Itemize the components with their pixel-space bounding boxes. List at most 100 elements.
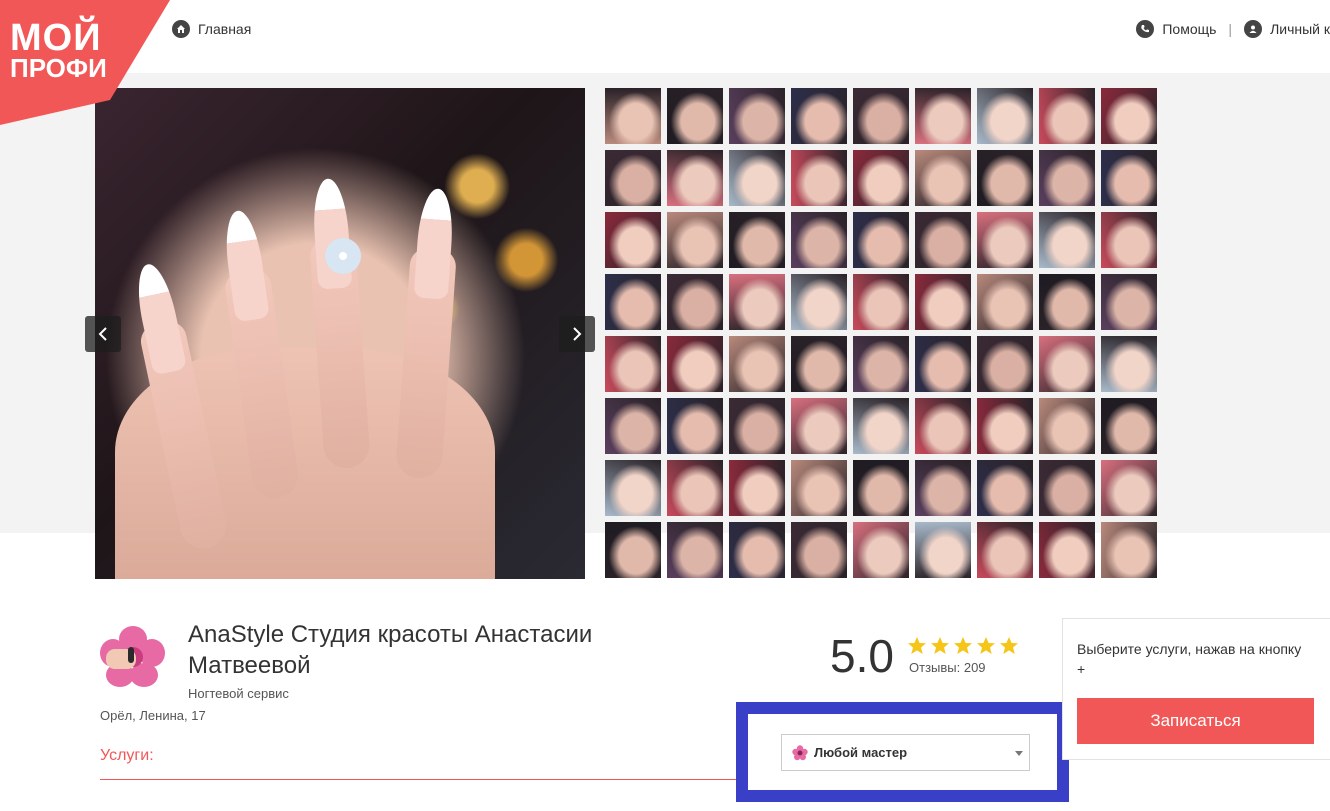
star-icon bbox=[908, 637, 926, 654]
gallery-thumbnail[interactable] bbox=[791, 336, 847, 392]
gallery-thumbnail[interactable] bbox=[791, 274, 847, 330]
gallery-thumbnail[interactable] bbox=[729, 460, 785, 516]
gallery-thumbnail[interactable] bbox=[977, 336, 1033, 392]
nav-home-link[interactable]: Главная bbox=[172, 18, 251, 40]
gallery-thumbnail[interactable] bbox=[1039, 274, 1095, 330]
gallery-thumbnail[interactable] bbox=[791, 88, 847, 144]
phone-icon bbox=[1136, 20, 1155, 38]
gallery-thumbnail[interactable] bbox=[915, 460, 971, 516]
gallery-thumbnail[interactable] bbox=[1101, 88, 1157, 144]
gallery-thumbnail[interactable] bbox=[1101, 336, 1157, 392]
master-select-value: Любой мастер bbox=[814, 745, 908, 760]
nav-separator: | bbox=[1228, 21, 1233, 37]
gallery-thumbnail[interactable] bbox=[977, 274, 1033, 330]
gallery-thumbnail[interactable] bbox=[605, 336, 661, 392]
gallery-thumbnail[interactable] bbox=[1039, 150, 1095, 206]
gallery-thumbnail[interactable] bbox=[1101, 212, 1157, 268]
gallery-thumbnail[interactable] bbox=[915, 88, 971, 144]
flower-icon bbox=[792, 744, 808, 760]
gallery-thumbnail[interactable] bbox=[853, 88, 909, 144]
salon-address: Орёл, Ленина, 17 bbox=[100, 708, 206, 723]
rating-stars bbox=[907, 636, 1019, 656]
gallery-next-button[interactable] bbox=[559, 316, 595, 352]
star-icon bbox=[931, 637, 949, 654]
gallery-thumbnail[interactable] bbox=[667, 274, 723, 330]
gallery-thumbnail[interactable] bbox=[1101, 398, 1157, 454]
gallery-thumbnail[interactable] bbox=[605, 212, 661, 268]
master-select[interactable]: Любой мастер bbox=[781, 734, 1030, 771]
booking-hint: Выберите услуги, нажав на кнопку + bbox=[1077, 641, 1302, 677]
logo-text: МОЙ ПРОФИ bbox=[10, 19, 107, 84]
gallery-thumbnail[interactable] bbox=[853, 336, 909, 392]
main-gallery-photo[interactable] bbox=[95, 88, 585, 579]
gallery-thumbnail[interactable] bbox=[977, 398, 1033, 454]
gallery-thumbnail[interactable] bbox=[915, 150, 971, 206]
gallery-thumbnail[interactable] bbox=[853, 398, 909, 454]
gallery-thumbnail[interactable] bbox=[791, 212, 847, 268]
gallery-thumbnail[interactable] bbox=[667, 336, 723, 392]
gallery-thumbnail[interactable] bbox=[977, 212, 1033, 268]
gallery-thumbnail[interactable] bbox=[1039, 398, 1095, 454]
gallery-thumbnail[interactable] bbox=[1039, 88, 1095, 144]
gallery-thumbnail[interactable] bbox=[915, 212, 971, 268]
gallery-thumbnail[interactable] bbox=[1039, 212, 1095, 268]
gallery-thumbnail[interactable] bbox=[729, 212, 785, 268]
gallery-thumbnail[interactable] bbox=[791, 460, 847, 516]
photo-nail-flower bbox=[325, 238, 361, 274]
gallery-thumbnail[interactable] bbox=[729, 336, 785, 392]
gallery-thumbnail[interactable] bbox=[605, 460, 661, 516]
nav-account-link[interactable]: Личный к bbox=[1244, 20, 1330, 38]
gallery-thumbnail[interactable] bbox=[667, 460, 723, 516]
gallery-thumbnail[interactable] bbox=[791, 398, 847, 454]
gallery-thumbnail[interactable] bbox=[791, 150, 847, 206]
gallery-thumbnail[interactable] bbox=[605, 398, 661, 454]
book-button[interactable]: Записаться bbox=[1077, 698, 1314, 744]
nav-help-link[interactable]: Помощь bbox=[1136, 20, 1216, 38]
chevron-down-icon bbox=[1015, 751, 1023, 756]
gallery-thumbnail[interactable] bbox=[1101, 274, 1157, 330]
gallery-thumbnail[interactable] bbox=[853, 212, 909, 268]
gallery-thumbnail[interactable] bbox=[977, 150, 1033, 206]
reviews-link[interactable]: Отзывы: 209 bbox=[909, 660, 986, 675]
gallery-thumbnail[interactable] bbox=[853, 460, 909, 516]
star-icon bbox=[977, 637, 995, 654]
gallery-thumbnail[interactable] bbox=[915, 522, 971, 578]
gallery-thumbnail[interactable] bbox=[605, 88, 661, 144]
gallery-prev-button[interactable] bbox=[85, 316, 121, 352]
gallery-thumbnail[interactable] bbox=[1101, 150, 1157, 206]
gallery-thumbnail[interactable] bbox=[853, 522, 909, 578]
gallery-thumbnail[interactable] bbox=[729, 522, 785, 578]
gallery-thumbnail[interactable] bbox=[1039, 460, 1095, 516]
gallery-thumbnail[interactable] bbox=[915, 398, 971, 454]
salon-avatar bbox=[100, 625, 166, 687]
gallery-thumbnail[interactable] bbox=[605, 274, 661, 330]
gallery-thumbnail[interactable] bbox=[729, 398, 785, 454]
gallery-thumbnail[interactable] bbox=[729, 150, 785, 206]
gallery-thumbnail[interactable] bbox=[667, 212, 723, 268]
gallery-thumbnail[interactable] bbox=[667, 522, 723, 578]
gallery-thumbnail[interactable] bbox=[1101, 460, 1157, 516]
logo-line2: ПРОФИ bbox=[10, 53, 107, 84]
home-icon bbox=[172, 20, 190, 38]
gallery-thumbnail[interactable] bbox=[977, 88, 1033, 144]
rating-value: 5.0 bbox=[830, 630, 894, 682]
gallery-thumbnail[interactable] bbox=[667, 398, 723, 454]
gallery-thumbnail[interactable] bbox=[915, 336, 971, 392]
gallery-thumbnail[interactable] bbox=[605, 150, 661, 206]
gallery-thumbnail[interactable] bbox=[1039, 522, 1095, 578]
gallery-thumbnail[interactable] bbox=[977, 522, 1033, 578]
services-heading: Услуги: bbox=[100, 747, 154, 764]
gallery-thumbnail[interactable] bbox=[791, 522, 847, 578]
gallery-thumbnail[interactable] bbox=[667, 150, 723, 206]
gallery-thumbnail[interactable] bbox=[915, 274, 971, 330]
gallery-thumbnail[interactable] bbox=[853, 274, 909, 330]
gallery-thumbnail[interactable] bbox=[853, 150, 909, 206]
gallery-thumbnail[interactable] bbox=[605, 522, 661, 578]
gallery-thumbnail[interactable] bbox=[667, 88, 723, 144]
gallery-thumbnail[interactable] bbox=[1101, 522, 1157, 578]
booking-card: Выберите услуги, нажав на кнопку + Запис… bbox=[1062, 618, 1330, 760]
gallery-thumbnail[interactable] bbox=[1039, 336, 1095, 392]
gallery-thumbnail[interactable] bbox=[977, 460, 1033, 516]
gallery-thumbnail[interactable] bbox=[729, 88, 785, 144]
gallery-thumbnail[interactable] bbox=[729, 274, 785, 330]
